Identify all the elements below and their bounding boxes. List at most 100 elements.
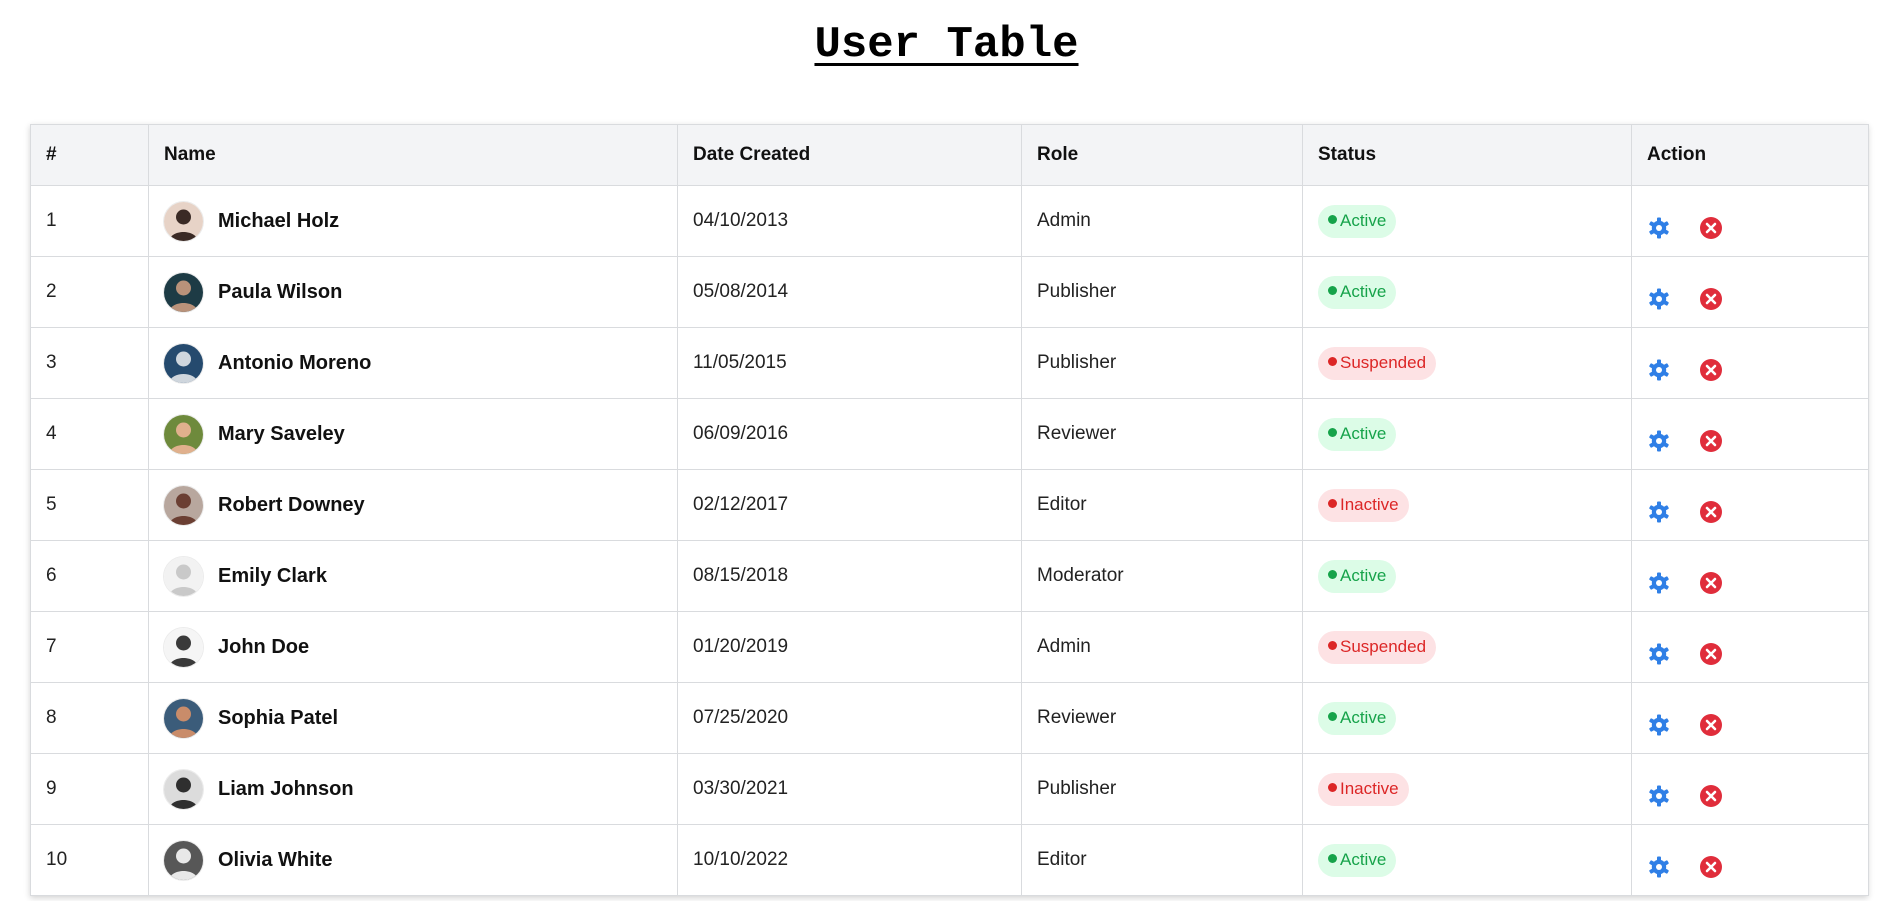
role: Editor — [1021, 824, 1303, 896]
date-created: 08/15/2018 — [677, 540, 1022, 612]
date-created: 04/10/2013 — [677, 185, 1022, 257]
status-cell: Active — [1302, 824, 1632, 896]
settings-gear-icon[interactable] — [1647, 429, 1671, 453]
row-index: 7 — [30, 611, 149, 683]
status-dot-icon — [1328, 214, 1337, 224]
date-created: 01/20/2019 — [677, 611, 1022, 683]
status-dot-icon — [1328, 285, 1337, 295]
role: Moderator — [1021, 540, 1303, 612]
status-dot-icon — [1328, 782, 1337, 792]
delete-x-circle-icon[interactable] — [1699, 713, 1723, 737]
status-dot-icon — [1328, 711, 1337, 721]
settings-gear-icon[interactable] — [1647, 500, 1671, 524]
status-badge: Suspended — [1318, 346, 1437, 380]
status-badge: Suspended — [1318, 630, 1437, 664]
name-cell: Mary Saveley — [148, 398, 678, 470]
settings-gear-icon[interactable] — [1647, 642, 1671, 666]
date-created: 06/09/2016 — [677, 398, 1022, 470]
row-index: 10 — [30, 824, 149, 896]
role: Publisher — [1021, 753, 1303, 825]
status-badge: Inactive — [1318, 772, 1409, 806]
delete-x-circle-icon[interactable] — [1699, 855, 1723, 879]
name-cell: Olivia White — [148, 824, 678, 896]
settings-gear-icon[interactable] — [1647, 571, 1671, 595]
delete-x-circle-icon[interactable] — [1699, 500, 1723, 524]
table-row: 8 Sophia Patel 07/25/2020 Reviewer Active — [30, 682, 1869, 754]
delete-x-circle-icon[interactable] — [1699, 784, 1723, 808]
user-name: Robert Downey — [218, 493, 365, 516]
status-cell: Active — [1302, 398, 1632, 470]
avatar — [164, 627, 203, 667]
table-row: 10 Olivia White 10/10/2022 Editor Active — [30, 824, 1869, 896]
delete-x-circle-icon[interactable] — [1699, 571, 1723, 595]
date-created: 11/05/2015 — [677, 327, 1022, 399]
name-cell: Sophia Patel — [148, 682, 678, 754]
status-cell: Suspended — [1302, 611, 1632, 683]
role: Reviewer — [1021, 682, 1303, 754]
name-cell: John Doe — [148, 611, 678, 683]
row-index: 1 — [30, 185, 149, 257]
settings-gear-icon[interactable] — [1647, 358, 1671, 382]
settings-gear-icon[interactable] — [1647, 784, 1671, 808]
user-name: Emily Clark — [218, 564, 327, 587]
status-cell: Active — [1302, 185, 1632, 257]
avatar — [164, 485, 203, 525]
status-label: Suspended — [1340, 353, 1427, 372]
status-dot-icon — [1328, 640, 1337, 650]
date-created: 07/25/2020 — [677, 682, 1022, 754]
role: Admin — [1021, 185, 1303, 257]
row-index: 3 — [30, 327, 149, 399]
delete-x-circle-icon[interactable] — [1699, 216, 1723, 240]
column-header-name: Name — [148, 124, 678, 186]
settings-gear-icon[interactable] — [1647, 216, 1671, 240]
name-cell: Paula Wilson — [148, 256, 678, 328]
settings-gear-icon[interactable] — [1647, 713, 1671, 737]
role: Admin — [1021, 611, 1303, 683]
role: Editor — [1021, 469, 1303, 541]
table-body: 1 Michael Holz 04/10/2013 Admin Active 2 Paula… — [30, 185, 1869, 896]
table-row: 3 Antonio Moreno 11/05/2015 Publisher Suspen… — [30, 327, 1869, 399]
status-label: Active — [1340, 850, 1387, 869]
action-cell — [1631, 540, 1869, 612]
status-badge: Active — [1318, 559, 1397, 593]
status-label: Active — [1340, 566, 1387, 585]
action-cell — [1631, 682, 1869, 754]
status-cell: Suspended — [1302, 327, 1632, 399]
column-header-role: Role — [1021, 124, 1303, 186]
status-label: Active — [1340, 708, 1387, 727]
name-cell: Emily Clark — [148, 540, 678, 612]
delete-x-circle-icon[interactable] — [1699, 642, 1723, 666]
name-cell: Robert Downey — [148, 469, 678, 541]
avatar — [164, 556, 203, 596]
status-dot-icon — [1328, 427, 1337, 437]
date-created: 02/12/2017 — [677, 469, 1022, 541]
settings-gear-icon[interactable] — [1647, 855, 1671, 879]
table-row: 4 Mary Saveley 06/09/2016 Reviewer Active — [30, 398, 1869, 470]
date-created: 03/30/2021 — [677, 753, 1022, 825]
status-dot-icon — [1328, 853, 1337, 863]
delete-x-circle-icon[interactable] — [1699, 358, 1723, 382]
status-label: Active — [1340, 211, 1387, 230]
table-row: 2 Paula Wilson 05/08/2014 Publisher Active — [30, 256, 1869, 328]
column-header-date-created: Date Created — [677, 124, 1022, 186]
row-index: 8 — [30, 682, 149, 754]
status-cell: Active — [1302, 540, 1632, 612]
row-index: 5 — [30, 469, 149, 541]
page-title: User Table — [814, 20, 1079, 70]
user-name: Mary Saveley — [218, 422, 345, 445]
action-cell — [1631, 611, 1869, 683]
name-cell: Liam Johnson — [148, 753, 678, 825]
delete-x-circle-icon[interactable] — [1699, 287, 1723, 311]
status-label: Inactive — [1340, 779, 1399, 798]
status-label: Inactive — [1340, 495, 1399, 514]
user-name: Olivia White — [218, 848, 333, 871]
user-table: # Name Date Created Role Status Action 1… — [30, 124, 1869, 896]
delete-x-circle-icon[interactable] — [1699, 429, 1723, 453]
user-name: Liam Johnson — [218, 777, 354, 800]
status-dot-icon — [1328, 498, 1337, 508]
settings-gear-icon[interactable] — [1647, 287, 1671, 311]
date-created: 05/08/2014 — [677, 256, 1022, 328]
avatar — [164, 769, 203, 809]
user-name: Sophia Patel — [218, 706, 339, 729]
status-badge: Active — [1318, 204, 1397, 238]
